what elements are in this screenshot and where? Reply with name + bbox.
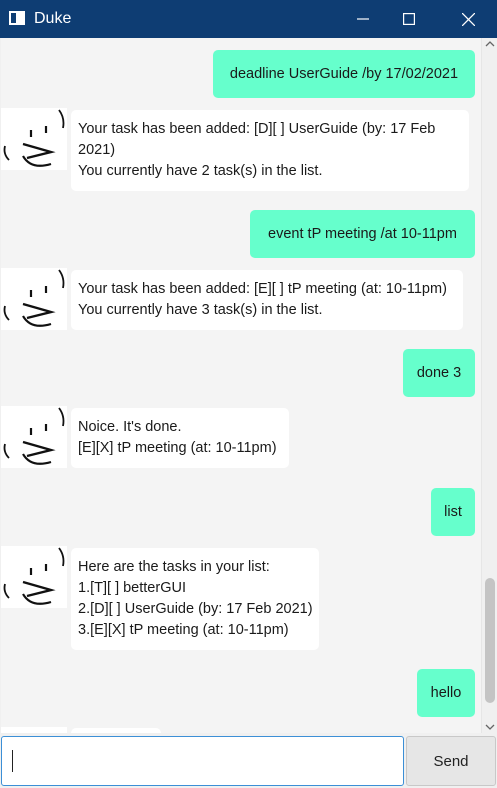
maximize-button[interactable] [386, 0, 432, 38]
user-message: hello [417, 669, 475, 717]
message-input[interactable] [1, 736, 404, 786]
input-row: Send [0, 733, 497, 788]
duke-message: Your task has been added: [D][ ] UserGui… [71, 110, 469, 191]
text-caret [12, 750, 13, 772]
minimize-button[interactable] [340, 0, 386, 38]
message-text: hello [430, 685, 462, 701]
message-text: deadline UserGuide /by 17/02/2021 [229, 66, 459, 82]
message-text: list [444, 504, 462, 520]
user-message: done 3 [403, 349, 475, 397]
send-button[interactable]: Send [406, 736, 496, 786]
message-line: Here are the tasks in your list: [78, 559, 270, 575]
message-line: Your task has been added: [E][ ] tP meet… [78, 281, 447, 297]
message-line: Your task has been added: [D][ ] UserGui… [78, 121, 436, 137]
message-line: 2021) [78, 142, 116, 158]
close-icon [461, 12, 475, 26]
duke-message: Noice. It's done. [E][X] tP meeting (at:… [71, 408, 289, 468]
message-line: 2.[D][ ] UserGuide (by: 17 Feb 2021) [78, 601, 313, 617]
user-message: deadline UserGuide /by 17/02/2021 [213, 50, 475, 98]
duke-avatar-icon [1, 108, 67, 170]
chat-area[interactable]: deadline UserGuide /by 17/02/2021 Your t… [1, 38, 481, 733]
duke-avatar-icon [1, 268, 67, 330]
user-message: event tP meeting /at 10-11pm [250, 210, 475, 258]
message-text: done 3 [416, 365, 462, 381]
minimize-icon [357, 18, 369, 20]
message-line: You currently have 3 task(s) in the list… [78, 302, 323, 318]
message-line: 3.[E][X] tP meeting (at: 10-11pm) [78, 622, 289, 638]
message-line: Noice. It's done. [78, 419, 182, 435]
message-text: event tP meeting /at 10-11pm [268, 226, 457, 242]
scroll-down-icon[interactable] [485, 723, 495, 731]
message-line: [E][X] tP meeting (at: 10-11pm) [78, 440, 277, 456]
scroll-up-icon[interactable] [485, 40, 495, 48]
message-line: 1.[T][ ] betterGUI [78, 580, 186, 596]
window-title: Duke [34, 10, 72, 27]
duke-message: Your task has been added: [E][ ] tP meet… [71, 270, 463, 330]
duke-avatar-icon [1, 406, 67, 468]
window-icon [9, 11, 25, 25]
duke-avatar-icon [1, 546, 67, 608]
user-message: list [431, 488, 475, 536]
message-line: You currently have 2 task(s) in the list… [78, 163, 323, 179]
title-bar: Duke [0, 0, 497, 38]
scrollbar-thumb[interactable] [485, 578, 495, 703]
duke-message: Here are the tasks in your list: 1.[T][ … [71, 548, 319, 650]
chat-scrollbar[interactable] [481, 38, 497, 733]
close-button[interactable] [445, 0, 491, 38]
maximize-icon [403, 13, 415, 25]
